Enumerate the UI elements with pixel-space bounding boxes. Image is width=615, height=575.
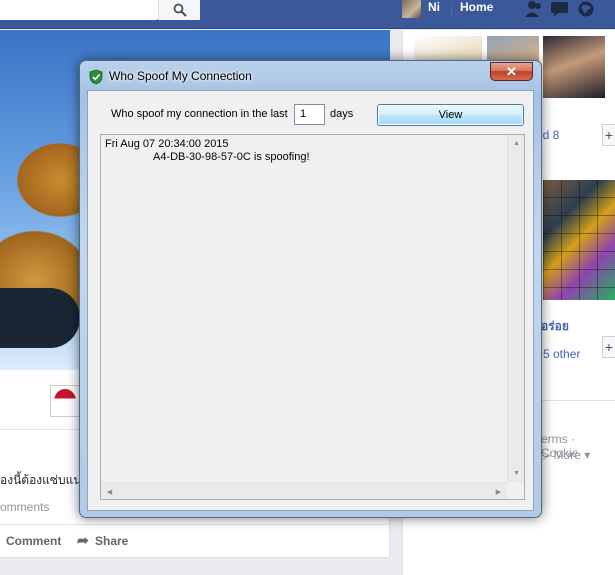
scroll-up-icon[interactable]: ▲ xyxy=(508,135,525,152)
comments-count-link[interactable]: omments xyxy=(0,500,49,514)
messages-icon[interactable] xyxy=(550,0,570,17)
scroll-down-icon[interactable]: ▼ xyxy=(508,465,525,482)
share-button[interactable]: ➦ Share xyxy=(77,532,129,548)
shield-icon xyxy=(89,69,103,85)
page-name-link[interactable]: อร่อย xyxy=(541,317,569,336)
friend-requests-icon[interactable] xyxy=(524,0,544,17)
page-photo-collage[interactable] xyxy=(543,180,615,300)
more-label: More xyxy=(553,448,581,462)
log-message: A4-DB-30-98-57-0C is spoofing! xyxy=(153,151,310,163)
last-days-label: Who spoof my connection in the last xyxy=(111,108,288,120)
others-link[interactable]: 5 other xyxy=(543,347,580,361)
post-text: องนี้ต้องแซ่บแน่ๆ xyxy=(0,473,89,487)
facebook-search-input[interactable] xyxy=(0,0,158,20)
top-icons xyxy=(524,0,596,17)
play-icon: ▷ xyxy=(541,448,554,462)
scrollbar-corner xyxy=(507,482,524,499)
chevron-down-icon: ▾ xyxy=(580,448,591,462)
dialog-body: Who spoof my connection in the last 1 da… xyxy=(87,90,534,511)
share-label: Share xyxy=(95,534,129,548)
title-bar[interactable]: Who Spoof My Connection ✕ xyxy=(80,61,541,89)
share-icon: ➦ xyxy=(77,532,89,548)
days-input[interactable]: 1 xyxy=(294,104,325,125)
notifications-icon[interactable] xyxy=(576,0,596,17)
days-unit-label: days xyxy=(330,108,354,120)
horizontal-scrollbar[interactable]: ◀ ▶ xyxy=(101,482,507,499)
view-button[interactable]: View xyxy=(377,104,524,126)
scroll-right-icon[interactable]: ▶ xyxy=(490,483,507,500)
kfc-logo[interactable] xyxy=(50,385,80,417)
friend-photo[interactable] xyxy=(543,36,605,98)
vertical-scrollbar[interactable]: ▲ ▼ xyxy=(507,135,524,482)
facebook-top-bar: Ni Home xyxy=(0,0,615,29)
more-link[interactable]: ▷ More ▾ xyxy=(541,448,590,462)
post-actions: Comment ➦ Share xyxy=(0,524,390,558)
logo-icon xyxy=(54,389,76,413)
log-output[interactable]: Fri Aug 07 20:34:00 2015 A4-DB-30-98-57-… xyxy=(100,134,525,500)
like-page-button[interactable]: + xyxy=(602,336,615,358)
search-icon xyxy=(173,3,187,17)
profile-link[interactable]: Ni xyxy=(428,0,440,14)
cover-illustration xyxy=(0,288,80,348)
dialog-title: Who Spoof My Connection xyxy=(109,69,252,83)
log-timestamp: Fri Aug 07 20:34:00 2015 xyxy=(105,138,229,150)
close-icon: ✕ xyxy=(506,63,517,79)
close-button[interactable]: ✕ xyxy=(490,62,533,81)
scroll-left-icon[interactable]: ◀ xyxy=(101,483,118,500)
divider xyxy=(451,2,452,16)
who-spoof-dialog: Who Spoof My Connection ✕ Who spoof my c… xyxy=(79,60,542,518)
avatar[interactable] xyxy=(402,0,421,18)
comment-button[interactable]: Comment xyxy=(6,534,61,548)
add-friend-button[interactable]: + xyxy=(602,124,615,146)
home-link[interactable]: Home xyxy=(460,0,493,14)
search-button[interactable] xyxy=(158,0,200,20)
